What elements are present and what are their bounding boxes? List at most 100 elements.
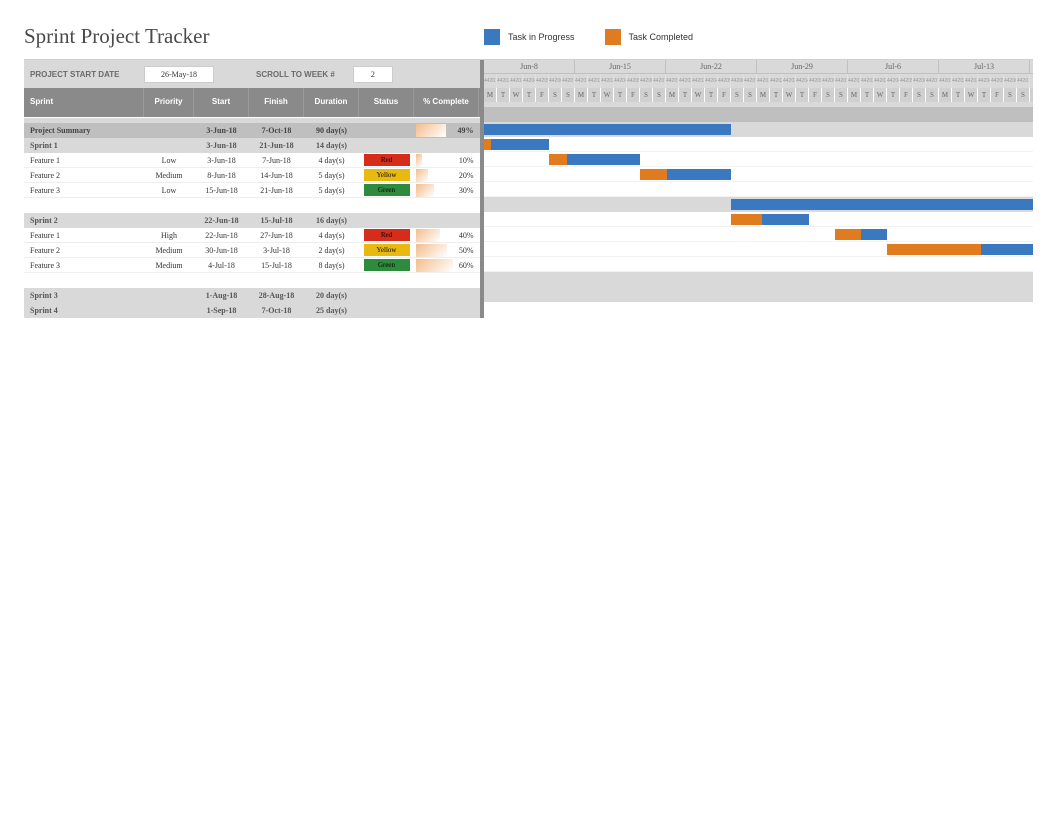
gantt-bar[interactable] [731, 199, 1033, 210]
cell-start: 1-Sep-18 [194, 303, 249, 318]
cell-name: Feature 3 [24, 183, 144, 197]
cell-status [359, 213, 414, 228]
feature-row[interactable]: Feature 3Low15-Jun-1821-Jun-185 day(s)Gr… [24, 183, 480, 198]
gantt-bar[interactable] [640, 169, 731, 180]
sprint-row[interactable]: Sprint 31-Aug-1828-Aug-1820 day(s) [24, 288, 480, 303]
gantt-bar[interactable] [731, 214, 809, 225]
week-header: Jun-15 [575, 60, 666, 73]
week-header: Jun-29 [757, 60, 848, 73]
day-letter: W [601, 88, 614, 102]
col-sprint: Sprint [24, 88, 144, 117]
cell-priority [144, 213, 194, 228]
cell-finish: 7-Jun-18 [249, 153, 304, 167]
day-serial: 44207 [744, 74, 757, 88]
day-letter: T [952, 88, 965, 102]
day-letter: F [627, 88, 640, 102]
cell-name: Feature 1 [24, 228, 144, 242]
cell-priority: Low [144, 153, 194, 167]
gantt-bar[interactable] [484, 124, 731, 135]
feature-row[interactable]: Feature 2Medium30-Jun-183-Jul-182 day(s)… [24, 243, 480, 258]
cell-finish: 15-Jul-18 [249, 213, 304, 228]
feature-row[interactable]: Feature 1Low3-Jun-187-Jun-184 day(s)Red1… [24, 153, 480, 168]
cell-name: Sprint 2 [24, 213, 144, 228]
pct-bar: 20% [416, 169, 478, 182]
gantt-bar-complete [887, 244, 981, 255]
pct-value: 40% [459, 231, 474, 240]
sprint-row[interactable]: Sprint 222-Jun-1815-Jul-1816 day(s) [24, 213, 480, 228]
pct-value: 10% [459, 156, 474, 165]
scroll-week-input[interactable]: 2 [353, 66, 393, 83]
day-letter: S [835, 88, 848, 102]
day-letter: T [523, 88, 536, 102]
day-serial: 44202 [497, 74, 510, 88]
day-letter: T [770, 88, 783, 102]
cell-priority: Medium [144, 243, 194, 257]
day-letter: F [718, 88, 731, 102]
gantt-row [484, 272, 1033, 287]
day-serial: 44202 [588, 74, 601, 88]
day-letter: S [640, 88, 653, 102]
cell-finish: 14-Jun-18 [249, 168, 304, 182]
col-pct: % Complete [414, 88, 479, 117]
summary-row[interactable]: Project Summary3-Jun-187-Oct-1890 day(s)… [24, 123, 480, 138]
gantt-bar-complete [484, 139, 491, 150]
feature-row[interactable]: Feature 3Medium4-Jul-1815-Jul-188 day(s)… [24, 258, 480, 273]
feature-row[interactable]: Feature 1High22-Jun-1827-Jun-184 day(s)R… [24, 228, 480, 243]
cell-pct [414, 213, 479, 228]
day-serial: 44207 [653, 74, 666, 88]
day-serial: 44202 [679, 74, 692, 88]
gantt-bar[interactable] [484, 139, 549, 150]
legend: Task in Progress Task Completed [484, 29, 693, 45]
day-letter: W [965, 88, 978, 102]
day-serial: 44203 [601, 74, 614, 88]
cell-duration: 5 day(s) [304, 183, 359, 197]
day-letter: S [562, 88, 575, 102]
gantt-row [484, 257, 1033, 272]
pct-bar: 40% [416, 229, 478, 242]
pct-value: 30% [459, 186, 474, 195]
col-priority: Priority [144, 88, 194, 117]
gantt-bar-complete [549, 154, 567, 165]
gantt-bar[interactable] [549, 154, 640, 165]
day-serial: 44205 [900, 74, 913, 88]
pct-value: 49% [458, 126, 474, 135]
day-serial: 44201 [575, 74, 588, 88]
sprint-row[interactable]: Sprint 41-Sep-187-Oct-1825 day(s) [24, 303, 480, 318]
day-serial: 44206 [549, 74, 562, 88]
feature-row[interactable]: Feature 2Medium8-Jun-1814-Jun-185 day(s)… [24, 168, 480, 183]
legend-completed-label: Task Completed [629, 32, 694, 42]
day-serial: 44205 [536, 74, 549, 88]
day-serial: 44206 [640, 74, 653, 88]
day-serial: 44204 [978, 74, 991, 88]
cell-start: 8-Jun-18 [194, 168, 249, 182]
cell-name: Sprint 1 [24, 138, 144, 153]
sprint-row[interactable]: Sprint 13-Jun-1821-Jun-1814 day(s) [24, 138, 480, 153]
day-letter: F [900, 88, 913, 102]
pct-bar: 10% [416, 154, 478, 167]
start-date-input[interactable]: 26-May-18 [144, 66, 214, 83]
col-start: Start [194, 88, 249, 117]
day-serial: 44201 [757, 74, 770, 88]
day-letter: T [679, 88, 692, 102]
cell-duration: 4 day(s) [304, 153, 359, 167]
status-badge: Green [364, 259, 410, 271]
day-serial: 44204 [796, 74, 809, 88]
cell-name: Sprint 3 [24, 288, 144, 303]
gantt-bar-complete [731, 214, 762, 225]
day-letter: M [757, 88, 770, 102]
gantt-bar[interactable] [887, 244, 1033, 255]
day-letter: S [926, 88, 939, 102]
day-serial: 44207 [1017, 74, 1030, 88]
cell-start: 4-Jul-18 [194, 258, 249, 272]
day-serial: 44205 [627, 74, 640, 88]
pct-value: 60% [459, 261, 474, 270]
cell-name: Feature 3 [24, 258, 144, 272]
gantt-row [484, 182, 1033, 197]
cell-duration: 14 day(s) [304, 138, 359, 153]
gantt-bar[interactable] [835, 229, 887, 240]
cell-finish: 21-Jun-18 [249, 138, 304, 153]
cell-finish: 28-Aug-18 [249, 288, 304, 303]
timeline-weeks: Jun-8Jun-15Jun-22Jun-29Jul-6Jul-13 [484, 60, 1033, 74]
cell-duration: 25 day(s) [304, 303, 359, 318]
pct-bar: 60% [416, 259, 478, 272]
